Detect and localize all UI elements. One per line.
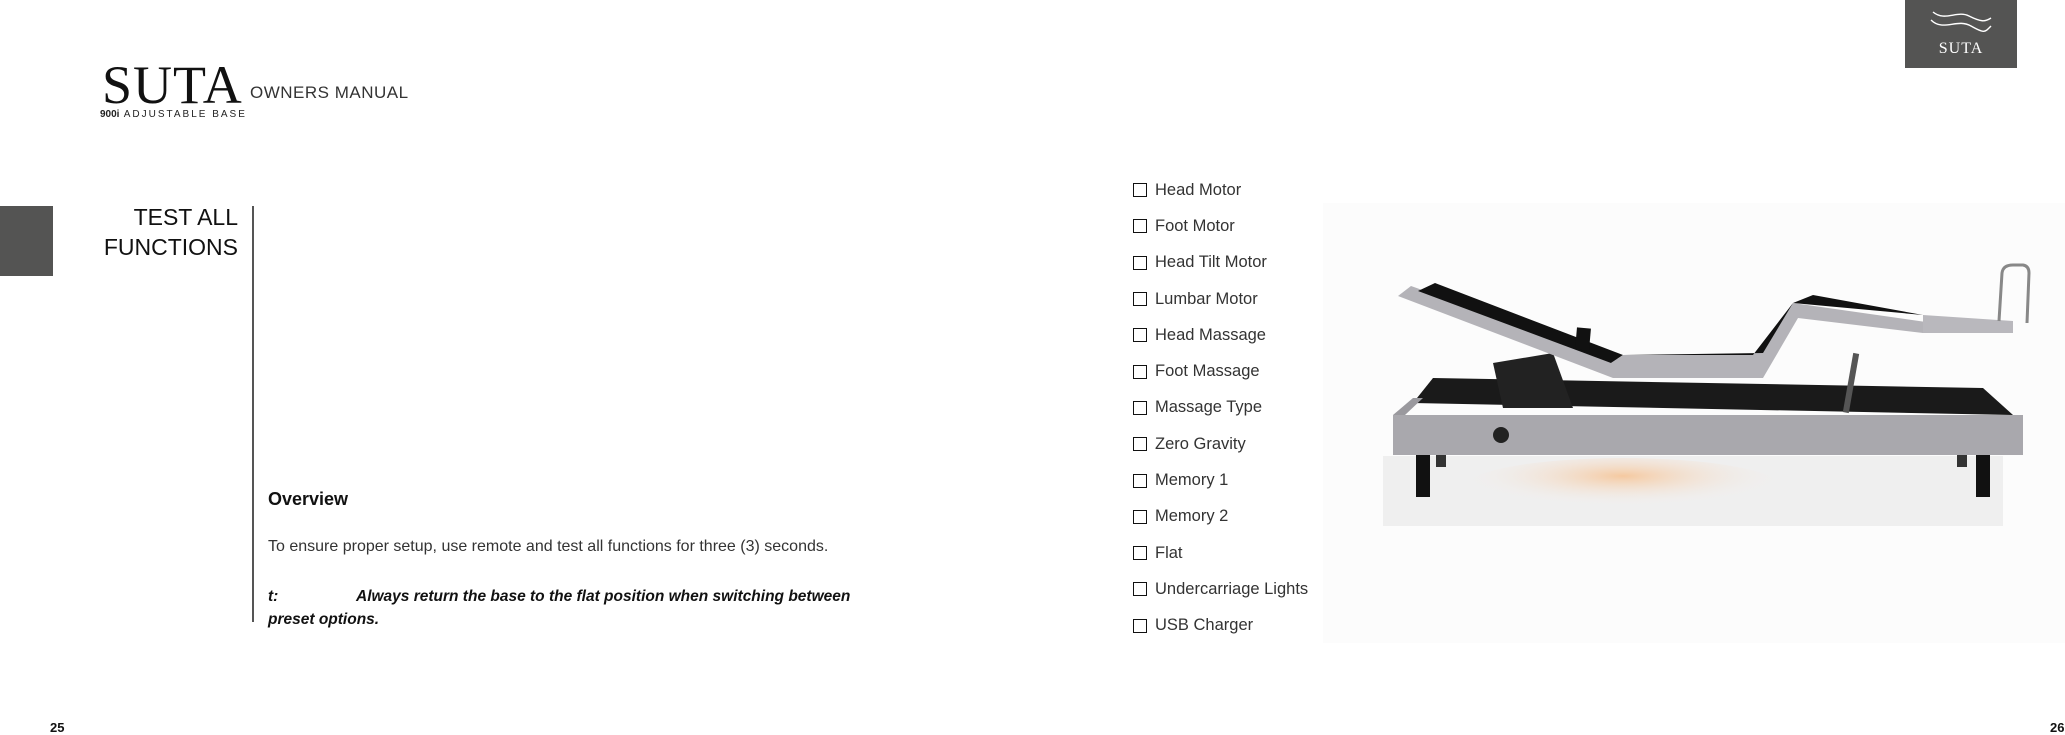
brand-badge: SUTA	[1905, 0, 2017, 68]
bed-leg	[1976, 455, 1990, 497]
checkbox[interactable]	[1133, 582, 1147, 597]
checklist-item-label: Memory 1	[1155, 471, 1229, 490]
section-title: TEST ALL FUNCTIONS	[70, 202, 238, 262]
bed-leg	[1416, 455, 1430, 497]
checkbox[interactable]	[1133, 437, 1147, 452]
checklist-item-label: Undercarriage Lights	[1155, 579, 1309, 598]
checklist-item-label: Head Tilt Motor	[1155, 253, 1267, 272]
checklist-item: Undercarriage Lights	[1133, 571, 1308, 607]
checklist-item: Foot Massage	[1133, 353, 1308, 389]
model-number: 900i	[100, 109, 120, 120]
checklist-item: Head Massage	[1133, 317, 1308, 353]
checklist-item: Massage Type	[1133, 390, 1308, 426]
checkbox[interactable]	[1133, 364, 1147, 379]
model-label: 900i ADJUSTABLE BASE	[100, 109, 247, 120]
wave-logo-icon	[1930, 11, 1992, 32]
checkbox[interactable]	[1133, 618, 1147, 633]
checklist-item-label: Massage Type	[1155, 398, 1263, 417]
section-title-line1: TEST ALL	[133, 204, 238, 230]
checkbox[interactable]	[1133, 546, 1147, 561]
badge-brand-text: SUTA	[1938, 40, 1984, 57]
page-number-right: 26	[2050, 720, 2065, 735]
page-number-left: 25	[50, 720, 65, 735]
brand-logo: SUTA	[102, 55, 243, 115]
checkbox[interactable]	[1133, 400, 1147, 415]
model-type: ADJUSTABLE BASE	[123, 109, 247, 120]
overview-heading: Overview	[268, 489, 349, 509]
checklist-item: Memory 2	[1133, 499, 1308, 535]
checklist-item-label: USB Charger	[1155, 616, 1254, 635]
section-tab	[0, 206, 53, 276]
checkbox[interactable]	[1133, 328, 1147, 343]
checklist-item: Lumbar Motor	[1133, 281, 1308, 317]
checkbox[interactable]	[1133, 292, 1147, 307]
section-title-line2: FUNCTIONS	[103, 234, 238, 260]
overview-text: To ensure proper setup, use remote and t…	[268, 538, 829, 555]
bed-frame	[1393, 415, 2023, 455]
checkbox[interactable]	[1133, 255, 1147, 270]
vertical-divider	[252, 206, 254, 622]
checklist-item: Head Motor	[1133, 172, 1308, 208]
checklist-item-label: Zero Gravity	[1155, 434, 1246, 453]
checkbox[interactable]	[1133, 509, 1147, 524]
checklist-item: Zero Gravity	[1133, 426, 1308, 462]
checkbox[interactable]	[1133, 473, 1147, 488]
tip-label: t:	[268, 588, 279, 605]
checkbox[interactable]	[1133, 219, 1147, 234]
tip-text: Always return the base to the flat posit…	[268, 588, 851, 628]
checklist-item: USB Charger	[1133, 608, 1308, 644]
checklist-item: Memory 1	[1133, 462, 1308, 498]
checklist-item-label: Head Massage	[1155, 325, 1266, 344]
checklist-item-label: Foot Massage	[1155, 362, 1260, 381]
manual-title: OWNERS MANUAL	[250, 83, 409, 102]
checklist-item-label: Flat	[1155, 543, 1183, 562]
checklist-item-label: Head Motor	[1155, 180, 1242, 199]
checklist-item-label: Lumbar Motor	[1155, 289, 1258, 308]
checklist-item-label: Foot Motor	[1155, 216, 1235, 235]
bed-illustration	[1383, 263, 2031, 526]
tip-note: t: Always return the base to the flat pos…	[268, 585, 868, 631]
checklist-item: Head Tilt Motor	[1133, 245, 1308, 281]
checkbox[interactable]	[1133, 183, 1147, 198]
function-checklist: Head Motor Foot Motor Head Tilt Motor Lumba…	[1133, 172, 1308, 644]
checklist-item: Foot Motor	[1133, 208, 1308, 244]
adjustable-bed-photo	[1323, 203, 2065, 643]
checklist-item: Flat	[1133, 535, 1308, 571]
checklist-item-label: Memory 2	[1155, 507, 1229, 526]
